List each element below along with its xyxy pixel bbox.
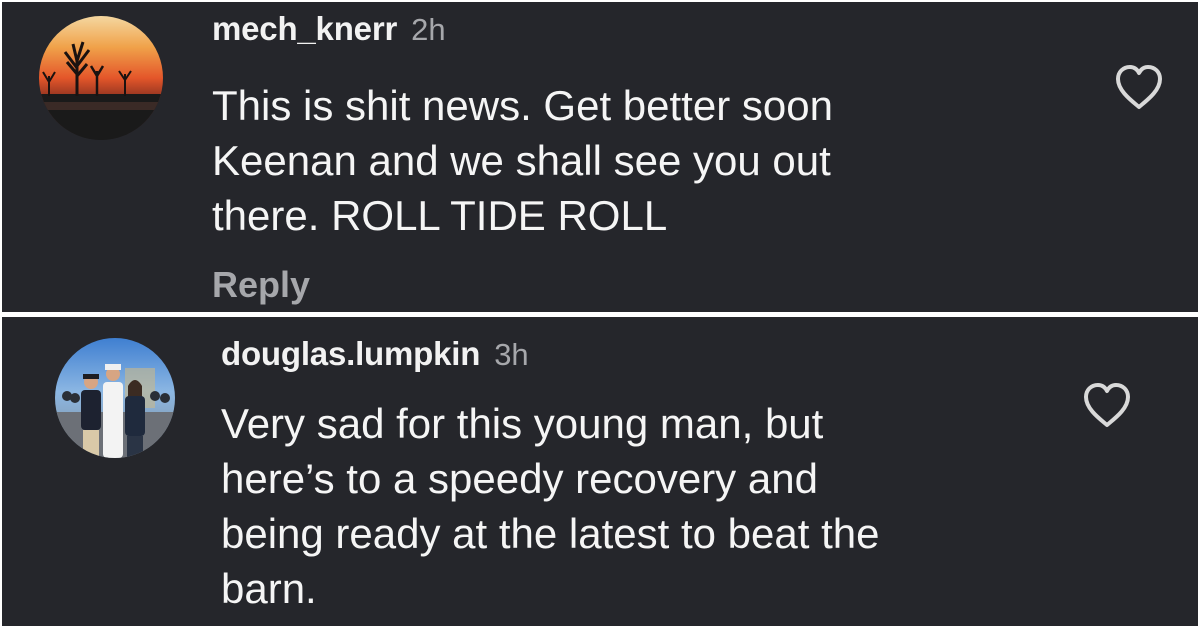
comment-item-1: mech_knerr 2h This is shit news. Get bet… (2, 2, 1198, 312)
username[interactable]: douglas.lumpkin (221, 335, 480, 373)
comment-text: Very sad for this young man, but here’s … (221, 400, 880, 612)
comment-time: 3h (494, 337, 529, 372)
heart-icon[interactable] (1080, 380, 1134, 430)
comment-time: 2h (411, 12, 446, 47)
comment-text: This is shit news. Get better soon Keena… (212, 82, 833, 239)
comment-header: douglas.lumpkin 3h (221, 335, 529, 373)
user-avatar[interactable] (55, 338, 175, 458)
username[interactable]: mech_knerr (212, 10, 397, 48)
heart-icon[interactable] (1112, 62, 1166, 112)
user-avatar[interactable] (39, 16, 163, 140)
comment-header: mech_knerr 2h (212, 10, 446, 48)
comment-item-2: douglas.lumpkin 3h Very sad for this you… (2, 317, 1198, 626)
reply-button[interactable]: Reply (212, 264, 310, 306)
